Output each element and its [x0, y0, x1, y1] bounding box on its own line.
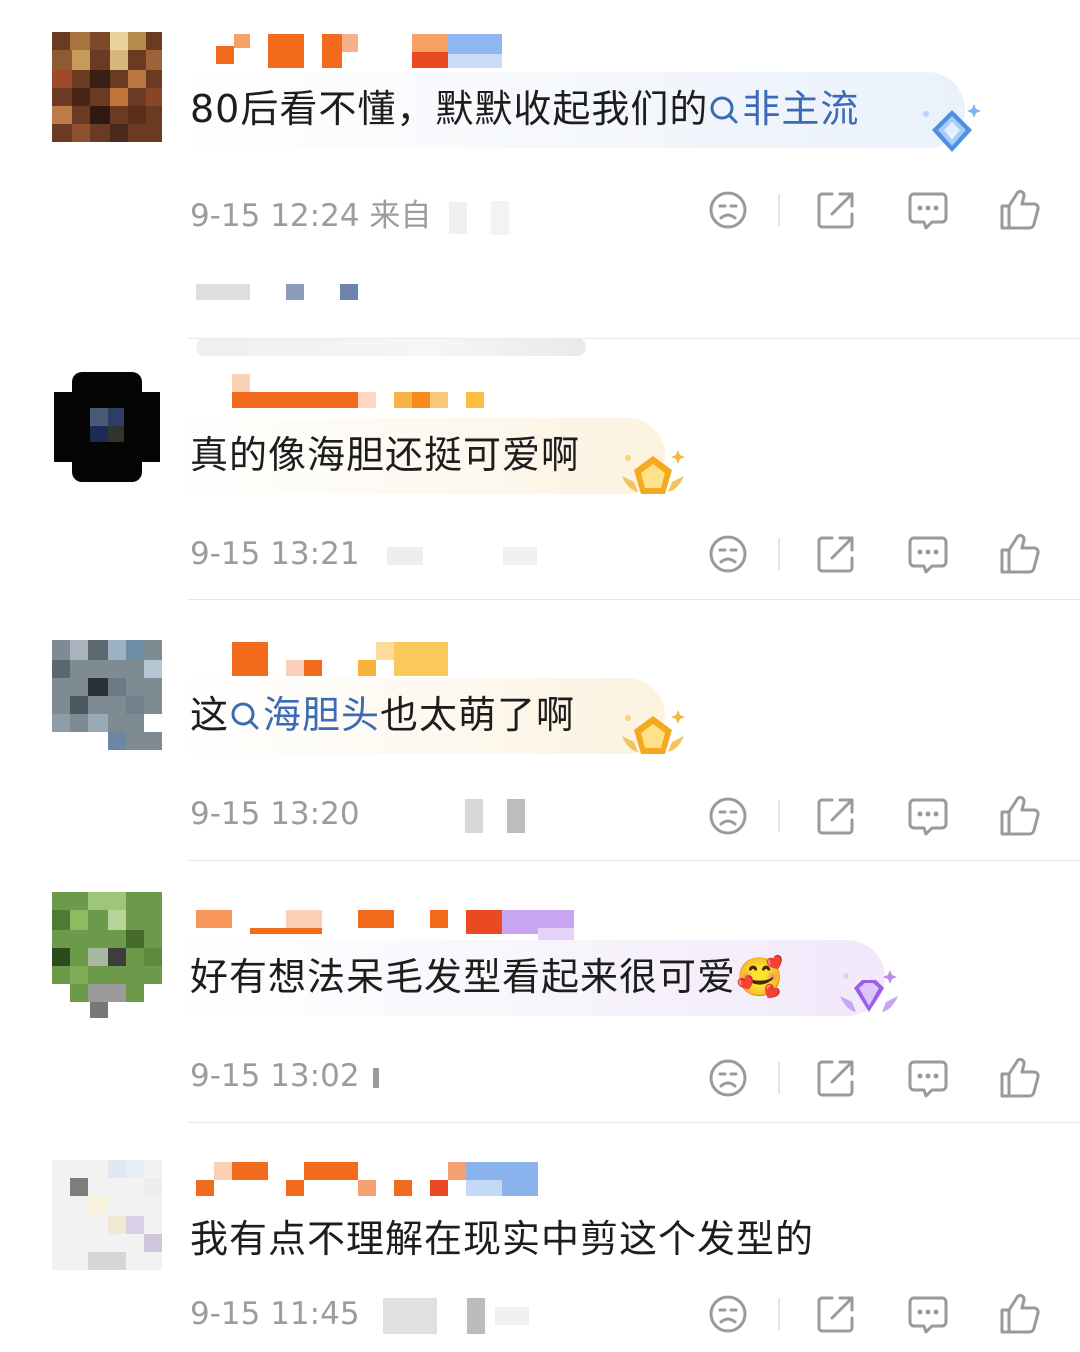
share-icon[interactable]: [812, 1290, 860, 1338]
avatar[interactable]: [52, 32, 162, 142]
comment-text-before: 这: [190, 693, 230, 737]
comment-meta: 9-15 12:24 来自: [190, 190, 510, 235]
avatar[interactable]: [52, 372, 162, 482]
blurred-source: [507, 798, 526, 833]
blurred-source: [467, 1297, 486, 1334]
comment-actions: [700, 1054, 1050, 1104]
comment-text: 真的像海胆还挺可爱啊: [190, 432, 580, 478]
username[interactable]: [190, 1160, 550, 1200]
search-icon: [231, 702, 259, 730]
avatar[interactable]: [52, 892, 162, 1018]
share-icon[interactable]: [812, 792, 860, 840]
sad-face-icon[interactable]: [704, 186, 752, 234]
thumbs-up-icon[interactable]: [996, 186, 1044, 234]
diamond-badge-icon: [923, 104, 981, 152]
blurred-source: [465, 798, 484, 833]
blurred-source: [387, 546, 424, 565]
comment-text: 这海胆头也太萌了啊: [190, 692, 575, 738]
blurred-source: [495, 1306, 530, 1325]
comment-time: 9-15 13:21: [190, 536, 360, 572]
thumbs-up-icon[interactable]: [996, 1290, 1044, 1338]
comment-text: 80后看不懂，默默收起我们的 非主流: [190, 86, 859, 132]
sad-face-icon[interactable]: [704, 1290, 752, 1338]
topic-link-label: 非主流: [742, 87, 860, 131]
thumbs-up-icon[interactable]: [996, 1054, 1044, 1102]
divider: [188, 338, 1080, 339]
username[interactable]: [190, 32, 510, 72]
topic-link[interactable]: 海胆头: [229, 693, 380, 737]
comment-actions: [700, 186, 1050, 236]
comment-text-before: 我有点不理解在现实中剪这个发型的: [190, 1217, 815, 1261]
comment-actions: [700, 1290, 1050, 1340]
sad-face-icon[interactable]: [704, 530, 752, 578]
comment-time: 9-15 11:45: [190, 1296, 360, 1332]
blush-emoji: 🥰: [736, 955, 785, 999]
blurred-source: [503, 546, 538, 565]
comment-bubble-icon[interactable]: [904, 792, 952, 840]
comment-text-before: 真的像海胆还挺可爱啊: [190, 433, 581, 477]
comment-bubble-icon[interactable]: [904, 1054, 952, 1102]
divider: [188, 599, 1080, 600]
action-divider: [778, 1062, 780, 1094]
divider: [188, 860, 1080, 861]
share-icon[interactable]: [812, 1054, 860, 1102]
comment-text: 我有点不理解在现实中剪这个发型的: [190, 1216, 814, 1262]
comment-actions: [700, 530, 1050, 580]
sad-face-icon[interactable]: [704, 1054, 752, 1102]
thumbs-up-icon[interactable]: [996, 792, 1044, 840]
blurred-source: [373, 1067, 380, 1088]
diamond-badge-icon: [840, 970, 898, 1012]
username[interactable]: [190, 372, 510, 412]
username[interactable]: [190, 902, 590, 942]
comment-meta: 9-15 13:20: [190, 796, 526, 833]
topic-link[interactable]: 非主流: [708, 87, 859, 131]
thumbs-up-icon[interactable]: [996, 530, 1044, 578]
action-divider: [778, 800, 780, 832]
search-icon: [710, 96, 738, 124]
comment-source: 来自: [369, 198, 432, 234]
share-icon[interactable]: [812, 530, 860, 578]
avatar[interactable]: [52, 640, 162, 750]
blurred-source: [449, 201, 468, 234]
comment-bubble-icon[interactable]: [904, 186, 952, 234]
blurred-smear: [196, 338, 586, 356]
comment-meta: 9-15 13:02: [190, 1058, 380, 1094]
blurred-source: [491, 200, 510, 235]
avatar[interactable]: [52, 1160, 162, 1270]
comment-bubble-icon[interactable]: [904, 530, 952, 578]
comment-time: 9-15 12:24: [190, 198, 360, 234]
share-icon[interactable]: [812, 186, 860, 234]
topic-link-label: 海胆头: [263, 693, 381, 737]
pentagon-badge-icon: [622, 450, 685, 494]
divider: [188, 1122, 1080, 1123]
comment-text-before: 80后看不懂，默默收起我们的: [190, 87, 709, 131]
action-divider: [778, 1298, 780, 1330]
comment-meta: 9-15 11:45: [190, 1296, 530, 1334]
comment-time: 9-15 13:20: [190, 796, 360, 832]
sad-face-icon[interactable]: [704, 792, 752, 840]
blurred-source: [383, 1297, 438, 1334]
comment-time: 9-15 13:02: [190, 1058, 360, 1094]
comment-actions: [700, 792, 1050, 842]
comment-text-after: 也太萌了啊: [380, 693, 576, 737]
comment-bubble-icon[interactable]: [904, 1290, 952, 1338]
username[interactable]: [190, 640, 510, 680]
comment-text: 好有想法呆毛发型看起来很可爱🥰: [190, 954, 784, 1000]
action-divider: [778, 538, 780, 570]
pentagon-badge-icon: [622, 710, 685, 754]
comment-meta: 9-15 13:21: [190, 536, 538, 572]
comment-text-before: 好有想法呆毛发型看起来很可爱: [190, 955, 737, 999]
action-divider: [778, 194, 780, 226]
